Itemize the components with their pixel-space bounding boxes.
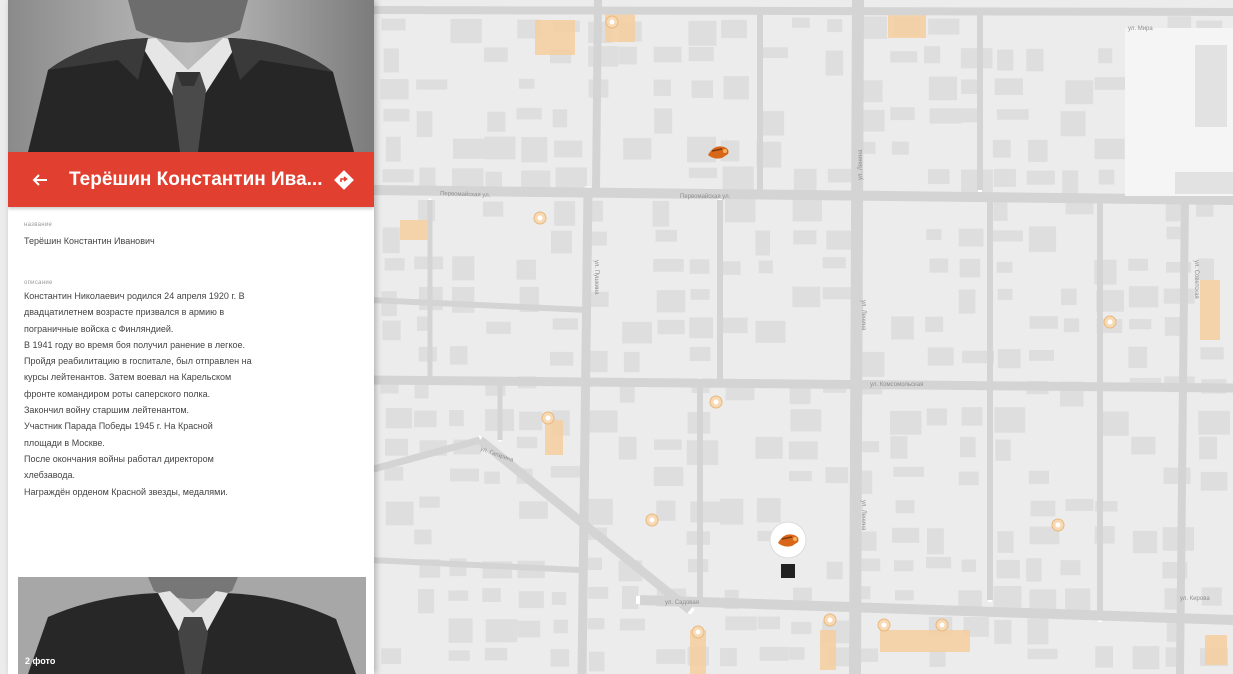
directions-button[interactable] (332, 168, 356, 192)
description-line: Константин Николаевич родился 24 апреля … (24, 291, 245, 301)
panel-title: Терёшин Константин Ива... (69, 168, 323, 190)
street-label: Первомайская ул. (680, 193, 731, 200)
poi-pin-icon[interactable] (709, 395, 723, 409)
poi-pin-icon[interactable] (533, 211, 547, 225)
photo-count: 2 фото (25, 656, 56, 666)
poi-pin-icon[interactable] (1051, 518, 1065, 532)
street-label: ул. Кирова (1180, 596, 1210, 602)
poi-pin-icon[interactable] (1103, 315, 1117, 329)
description-line: двадцатилетнем возрасте призвался в арми… (24, 307, 225, 318)
street-label: ул. Советская (1193, 260, 1199, 299)
street-label: ул. Ленина (860, 300, 866, 331)
person-description: Константин Николаевич родился 24 апреля … (24, 288, 354, 500)
street-label: ул. Ленина (860, 500, 866, 531)
poi-pin-icon[interactable] (877, 618, 891, 632)
street-label: ул. Пушкина (593, 260, 599, 295)
back-button[interactable] (28, 168, 52, 192)
street-label: ул. Ленина (858, 149, 864, 180)
photo-gallery-thumbnail[interactable]: 2 фото (18, 577, 366, 674)
poi-pin-icon[interactable] (605, 15, 619, 29)
poi-pin-icon[interactable] (691, 625, 705, 639)
description-line: После окончания войны работал директором (24, 453, 214, 464)
description-line: Закончил войну старшим лейтенантом. (24, 405, 190, 416)
description-line: площади в Москве. (24, 437, 105, 448)
poi-pin-icon[interactable] (541, 411, 555, 425)
poi-pin-icon[interactable] (645, 513, 659, 527)
person-name: Терёшин Константин Иванович (24, 236, 155, 246)
panel-header: Терёшин Константин Ива... (8, 152, 374, 207)
description-line: курсы лейтенантов. Затем воевал на Карел… (24, 372, 232, 383)
portrait-photo[interactable] (8, 0, 374, 152)
street-label: ул. Комсомольская (870, 382, 923, 388)
poi-pin-icon[interactable] (823, 613, 837, 627)
description-line: Награждён орденом Красной звезды, медаля… (24, 486, 228, 497)
description-line: фронте командиром роты саперского полка. (24, 388, 211, 399)
panel-content: название Терёшин Константин Иванович опи… (24, 222, 354, 500)
description-line: хлебзавода. (24, 470, 75, 481)
directions-icon (334, 169, 354, 190)
street-label: ул. Мира (1128, 26, 1153, 32)
name-label: название (24, 222, 53, 228)
object-info-panel: Терёшин Константин Ива... название Терёш… (8, 0, 374, 674)
arrow-left-icon (32, 173, 47, 186)
description-label: описание (24, 280, 53, 286)
description-line: пограничные войска с Финляндией. (24, 323, 174, 334)
description-line: В 1941 году во время боя получил ранение… (24, 339, 246, 350)
poi-pin-icon[interactable] (935, 618, 949, 632)
description-line: Пройдя реабилитацию в госпитале, был отп… (24, 356, 252, 367)
description-line: Участник Парада Победы 1945 г. На Красно… (24, 421, 213, 432)
street-label: ул. Садовая (665, 600, 699, 606)
